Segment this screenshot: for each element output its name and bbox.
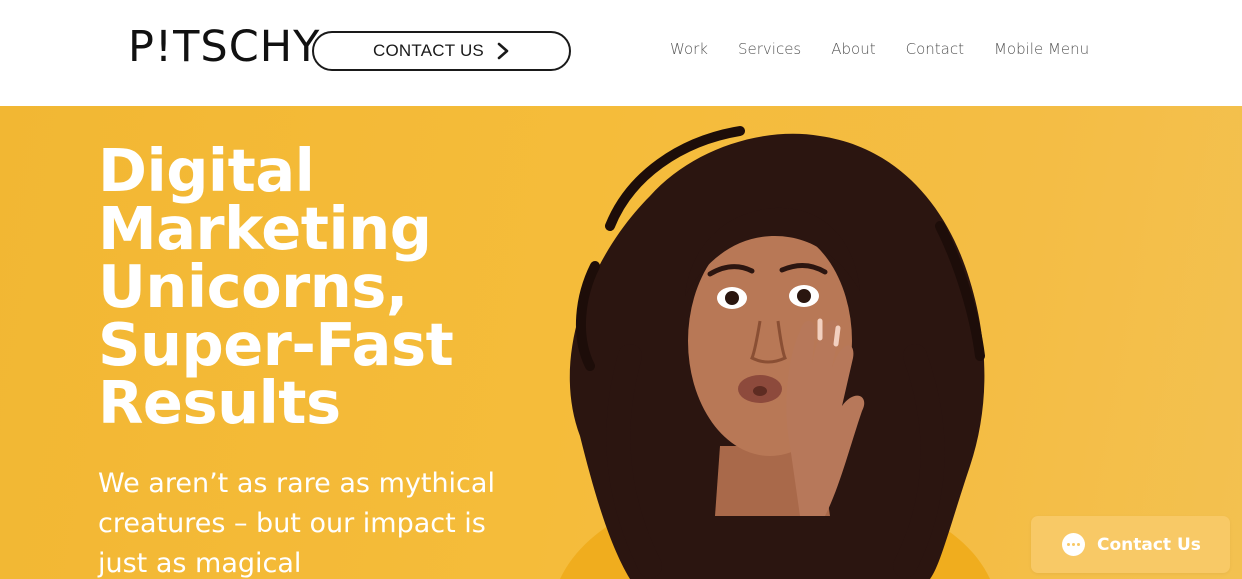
nav-item-contact[interactable]: Contact [906, 40, 964, 58]
hero-subline: We aren’t as rare as mythical creatures … [98, 464, 518, 579]
headline-line: Digital [98, 136, 315, 205]
headline-line: Marketing [98, 194, 432, 263]
nav-item-work[interactable]: Work [670, 40, 708, 58]
chevron-right-icon [497, 42, 509, 60]
contact-us-button[interactable]: CONTACT US [312, 31, 571, 71]
headline-line: Super-Fast [98, 310, 454, 379]
subline-line: creatures – but our impact is [98, 508, 486, 539]
hero-section: Digital Marketing Unicorns, Super-Fast R… [0, 106, 1242, 579]
contact-us-button-label: CONTACT US [373, 41, 484, 60]
subline-line: just as magical [98, 548, 302, 579]
hero-portrait-image [560, 126, 990, 579]
site-logo[interactable]: P!TSCHY [128, 22, 320, 72]
chat-bubble-icon [1062, 533, 1085, 556]
chat-widget-label: Contact Us [1097, 534, 1201, 555]
chat-widget-button[interactable]: Contact Us [1031, 516, 1230, 573]
hero-headline: Digital Marketing Unicorns, Super-Fast R… [98, 136, 518, 437]
subline-line: We aren’t as rare as mythical [98, 468, 495, 499]
nav-item-about[interactable]: About [831, 40, 875, 58]
main-nav: Work Services About Contact Mobile Menu [670, 40, 1089, 58]
headline-line: Results [98, 368, 341, 437]
site-header: P!TSCHY CONTACT US Work Services About C… [0, 0, 1242, 106]
nav-item-mobile-menu[interactable]: Mobile Menu [994, 40, 1089, 58]
nav-item-services[interactable]: Services [738, 40, 801, 58]
headline-line: Unicorns, [98, 252, 408, 321]
